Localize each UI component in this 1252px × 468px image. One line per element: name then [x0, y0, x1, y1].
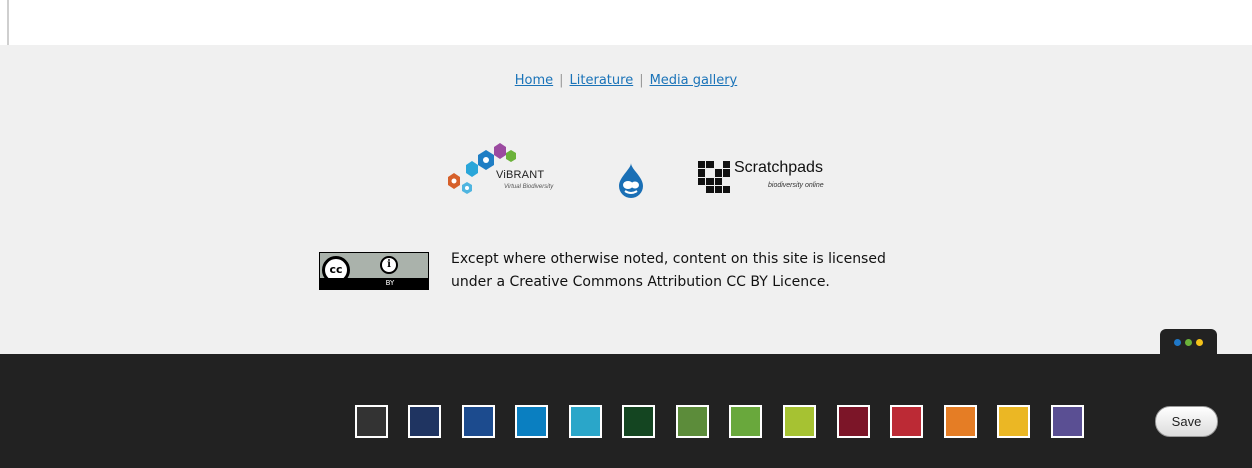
by-label: BY	[385, 279, 395, 287]
dot-icon	[1196, 339, 1203, 346]
color-swatch[interactable]	[462, 405, 495, 438]
scratchpads-grid-icon	[698, 161, 730, 193]
partner-logos: ViBRANT Virtual Biodiversity Scratchpads…	[0, 143, 1252, 203]
footer-link-media-gallery[interactable]: Media gallery	[650, 73, 738, 88]
dot-icon	[1185, 339, 1192, 346]
vibrant-subtitle: Virtual Biodiversity	[504, 184, 554, 190]
attribution-icon: i	[380, 256, 398, 274]
link-separator: |	[559, 73, 564, 88]
drupal-drop-icon[interactable]	[617, 163, 645, 199]
color-swatch[interactable]	[944, 405, 977, 438]
link-separator: |	[639, 73, 644, 88]
color-swatch[interactable]	[837, 405, 870, 438]
color-swatch[interactable]	[1051, 405, 1084, 438]
cc-by-badge[interactable]: cc i BY	[319, 252, 429, 290]
color-swatch[interactable]	[622, 405, 655, 438]
scratchpads-title: Scratchpads	[734, 159, 823, 176]
color-swatch[interactable]	[676, 405, 709, 438]
color-swatch[interactable]	[355, 405, 388, 438]
vibrant-logo[interactable]: ViBRANT Virtual Biodiversity	[446, 143, 576, 201]
badge-bar	[320, 278, 428, 289]
footer-links: Home | Literature | Media gallery	[0, 73, 1252, 88]
site-footer: Home | Literature | Media gallery ViBRANT Vi…	[0, 45, 1252, 354]
color-swatch[interactable]	[408, 405, 441, 438]
license-text-line-1: Except where otherwise noted, content on…	[451, 251, 886, 267]
save-button[interactable]: Save	[1155, 406, 1218, 437]
license-text-line-2: under a Creative Commons Attribution CC …	[451, 274, 830, 290]
scratchpads-logo[interactable]: Scratchpads biodiversity online	[698, 159, 848, 201]
color-swatch[interactable]	[997, 405, 1030, 438]
color-picker-bar: Save	[0, 354, 1252, 468]
vibrant-title: ViBRANT	[496, 169, 545, 181]
license-notice: cc i BY Except where otherwise noted, co…	[319, 248, 959, 296]
footer-link-literature[interactable]: Literature	[570, 73, 634, 88]
color-swatch[interactable]	[783, 405, 816, 438]
color-swatch[interactable]	[890, 405, 923, 438]
scratchpads-subtitle: biodiversity online	[768, 182, 824, 189]
color-swatch[interactable]	[515, 405, 548, 438]
color-swatch[interactable]	[569, 405, 602, 438]
footer-link-home[interactable]: Home	[515, 73, 553, 88]
color-swatch[interactable]	[729, 405, 762, 438]
color-toolbar-toggle[interactable]	[1160, 329, 1217, 355]
dot-icon	[1174, 339, 1181, 346]
license-text: Except where otherwise noted, content on…	[451, 248, 961, 294]
